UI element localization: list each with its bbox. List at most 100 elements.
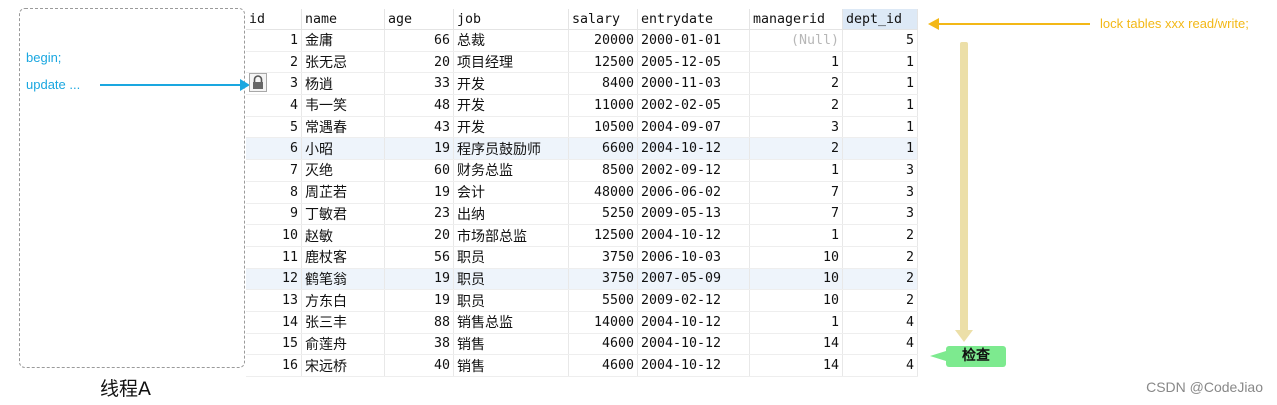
- table-row[interactable]: 3 杨逍 33 开发 8400 2000-11-03 2 1: [246, 72, 918, 96]
- column-header-id[interactable]: id: [246, 9, 302, 30]
- cell-age[interactable]: 40: [384, 354, 454, 377]
- cell-managerid[interactable]: 2: [749, 72, 843, 96]
- cell-dept-id[interactable]: 4: [842, 311, 918, 334]
- cell-age[interactable]: 66: [384, 29, 454, 52]
- cell-salary[interactable]: 5500: [568, 289, 638, 312]
- cell-entrydate[interactable]: 2004-10-12: [637, 224, 750, 247]
- cell-dept-id[interactable]: 3: [842, 181, 918, 204]
- cell-managerid[interactable]: 1: [749, 224, 843, 247]
- cell-id[interactable]: 16: [246, 354, 302, 377]
- cell-job[interactable]: 程序员鼓励师: [453, 137, 569, 161]
- table-row[interactable]: 2 张无忌 20 项目经理 12500 2005-12-05 1 1: [246, 51, 918, 74]
- cell-entrydate[interactable]: 2002-02-05: [637, 94, 750, 117]
- cell-name[interactable]: 张三丰: [301, 311, 385, 334]
- cell-managerid[interactable]: 10: [749, 268, 843, 291]
- cell-entrydate[interactable]: 2009-02-12: [637, 289, 750, 312]
- cell-job[interactable]: 开发: [453, 72, 569, 96]
- cell-salary[interactable]: 10500: [568, 116, 638, 139]
- cell-age[interactable]: 60: [384, 159, 454, 182]
- cell-id[interactable]: 15: [246, 333, 302, 356]
- table-row[interactable]: 12 鹤笔翁 19 职员 3750 2007-05-09 10 2: [246, 268, 918, 291]
- cell-managerid[interactable]: 1: [749, 51, 843, 74]
- cell-managerid[interactable]: 14: [749, 333, 843, 356]
- cell-name[interactable]: 方东白: [301, 289, 385, 312]
- cell-id[interactable]: 2: [246, 51, 302, 74]
- table-row[interactable]: 13 方东白 19 职员 5500 2009-02-12 10 2: [246, 289, 918, 312]
- cell-salary[interactable]: 6600: [568, 137, 638, 161]
- cell-age[interactable]: 43: [384, 116, 454, 139]
- cell-dept-id[interactable]: 5: [842, 29, 918, 52]
- cell-name[interactable]: 赵敏: [301, 224, 385, 247]
- cell-entrydate[interactable]: 2009-05-13: [637, 203, 750, 226]
- table-row[interactable]: 16 宋远桥 40 销售 4600 2004-10-12 14 4: [246, 354, 918, 377]
- cell-age[interactable]: 33: [384, 72, 454, 96]
- cell-name[interactable]: 杨逍: [301, 72, 385, 96]
- cell-managerid[interactable]: 7: [749, 203, 843, 226]
- cell-entrydate[interactable]: 2000-11-03: [637, 72, 750, 96]
- cell-entrydate[interactable]: 2004-09-07: [637, 116, 750, 139]
- cell-id[interactable]: 13: [246, 289, 302, 312]
- cell-id[interactable]: 12: [246, 268, 302, 291]
- table-row[interactable]: 5 常遇春 43 开发 10500 2004-09-07 3 1: [246, 116, 918, 139]
- cell-job[interactable]: 职员: [453, 289, 569, 312]
- cell-entrydate[interactable]: 2005-12-05: [637, 51, 750, 74]
- cell-dept-id[interactable]: 3: [842, 203, 918, 226]
- cell-dept-id[interactable]: 2: [842, 268, 918, 291]
- cell-job[interactable]: 职员: [453, 246, 569, 269]
- table-row[interactable]: 9 丁敏君 23 出纳 5250 2009-05-13 7 3: [246, 203, 918, 226]
- cell-id[interactable]: 4: [246, 94, 302, 117]
- cell-name[interactable]: 丁敏君: [301, 203, 385, 226]
- cell-dept-id[interactable]: 1: [842, 116, 918, 139]
- cell-name[interactable]: 俞莲舟: [301, 333, 385, 356]
- column-header-job[interactable]: job: [453, 9, 569, 30]
- cell-managerid[interactable]: 14: [749, 354, 843, 377]
- cell-dept-id[interactable]: 2: [842, 246, 918, 269]
- cell-dept-id[interactable]: 4: [842, 333, 918, 356]
- cell-job[interactable]: 市场部总监: [453, 224, 569, 247]
- cell-job[interactable]: 财务总监: [453, 159, 569, 182]
- cell-salary[interactable]: 11000: [568, 94, 638, 117]
- cell-salary[interactable]: 12500: [568, 224, 638, 247]
- cell-name[interactable]: 常遇春: [301, 116, 385, 139]
- cell-dept-id[interactable]: 4: [842, 354, 918, 377]
- cell-name[interactable]: 宋远桥: [301, 354, 385, 377]
- cell-id[interactable]: 11: [246, 246, 302, 269]
- cell-age[interactable]: 20: [384, 224, 454, 247]
- cell-entrydate[interactable]: 2002-09-12: [637, 159, 750, 182]
- cell-managerid[interactable]: 10: [749, 246, 843, 269]
- cell-salary[interactable]: 4600: [568, 333, 638, 356]
- column-header-managerid[interactable]: managerid: [749, 9, 843, 30]
- cell-salary[interactable]: 3750: [568, 268, 638, 291]
- cell-salary[interactable]: 20000: [568, 29, 638, 52]
- cell-dept-id[interactable]: 2: [842, 289, 918, 312]
- column-header-dept-id[interactable]: dept_id: [842, 9, 918, 30]
- cell-id[interactable]: 14: [246, 311, 302, 334]
- cell-dept-id[interactable]: 1: [842, 137, 918, 161]
- cell-entrydate[interactable]: 2004-10-12: [637, 354, 750, 377]
- cell-id[interactable]: 3: [246, 72, 302, 96]
- cell-id[interactable]: 1: [246, 29, 302, 52]
- cell-age[interactable]: 19: [384, 137, 454, 161]
- table-row[interactable]: 4 韦一笑 48 开发 11000 2002-02-05 2 1: [246, 94, 918, 117]
- cell-age[interactable]: 19: [384, 181, 454, 204]
- cell-dept-id[interactable]: 1: [842, 94, 918, 117]
- cell-managerid[interactable]: 1: [749, 311, 843, 334]
- cell-dept-id[interactable]: 3: [842, 159, 918, 182]
- cell-job[interactable]: 职员: [453, 268, 569, 291]
- cell-job[interactable]: 销售: [453, 354, 569, 377]
- cell-managerid[interactable]: (Null): [749, 29, 843, 52]
- cell-entrydate[interactable]: 2004-10-12: [637, 137, 750, 161]
- cell-age[interactable]: 48: [384, 94, 454, 117]
- cell-job[interactable]: 项目经理: [453, 51, 569, 74]
- table-row[interactable]: 8 周芷若 19 会计 48000 2006-06-02 7 3: [246, 181, 918, 204]
- cell-id[interactable]: 10: [246, 224, 302, 247]
- cell-salary[interactable]: 8400: [568, 72, 638, 96]
- cell-salary[interactable]: 4600: [568, 354, 638, 377]
- cell-age[interactable]: 19: [384, 268, 454, 291]
- cell-name[interactable]: 金庸: [301, 29, 385, 52]
- cell-job[interactable]: 出纳: [453, 203, 569, 226]
- cell-id[interactable]: 8: [246, 181, 302, 204]
- cell-age[interactable]: 23: [384, 203, 454, 226]
- cell-name[interactable]: 韦一笑: [301, 94, 385, 117]
- cell-salary[interactable]: 48000: [568, 181, 638, 204]
